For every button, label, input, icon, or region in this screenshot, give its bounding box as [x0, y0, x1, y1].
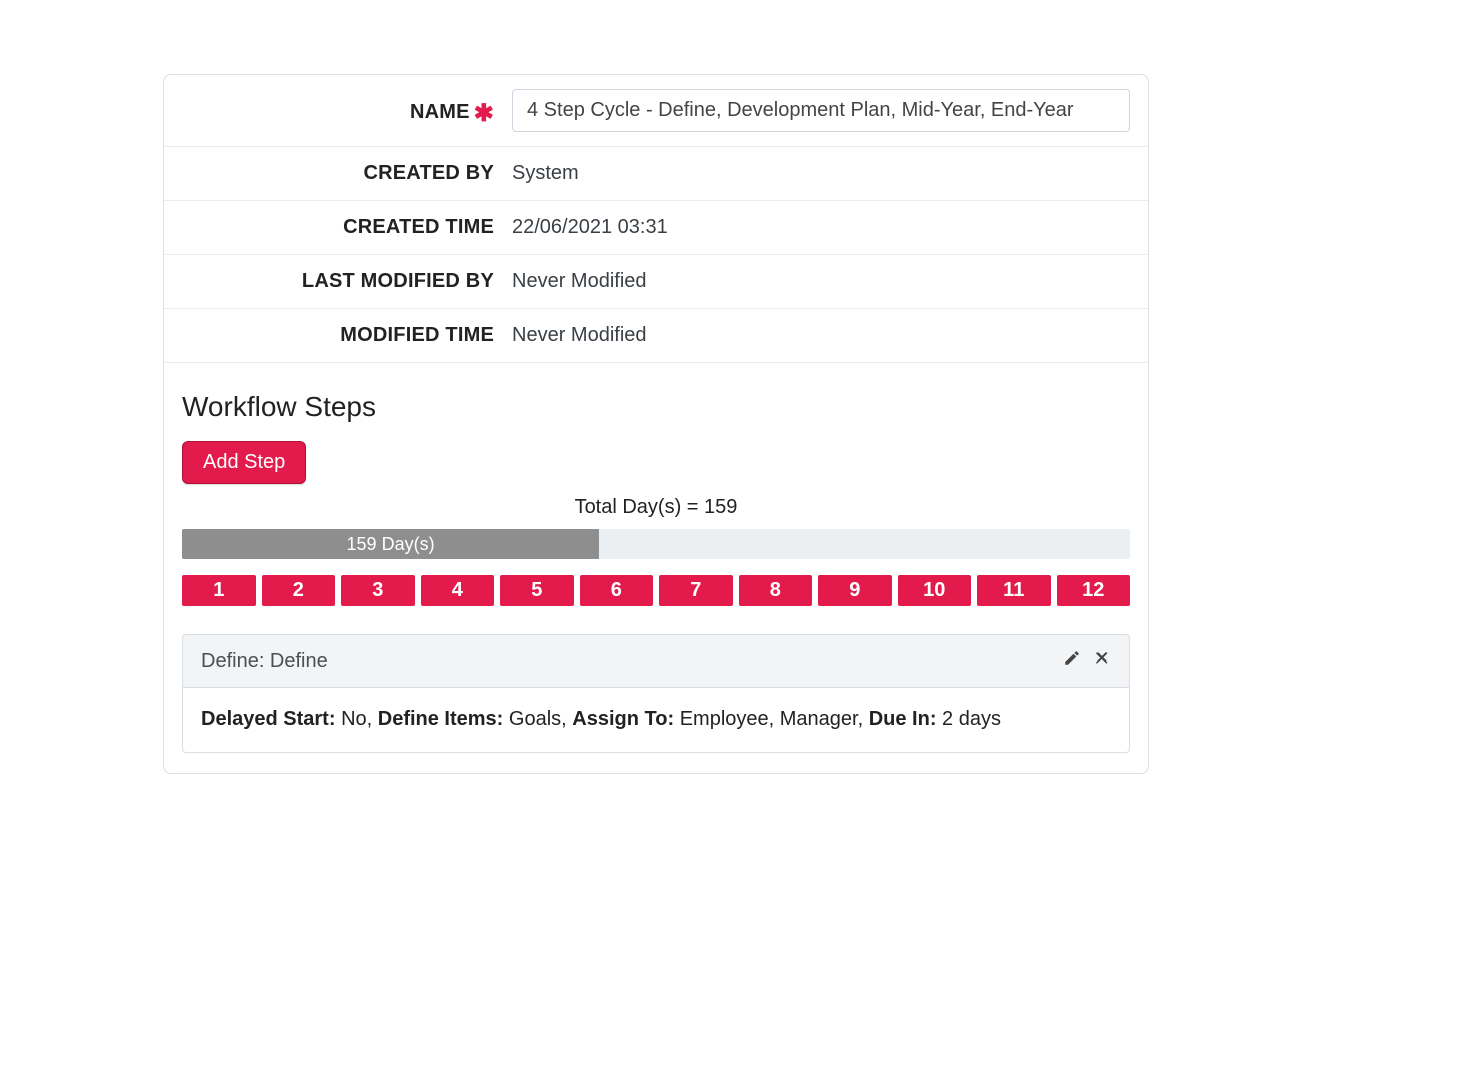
define-items-value: Goals, [509, 708, 567, 730]
close-icon [1093, 649, 1111, 673]
step-title: Define: Define [201, 650, 1063, 673]
month-cell-7[interactable]: 7 [659, 575, 733, 606]
month-row: 1 2 3 4 5 6 7 8 9 10 11 12 [182, 575, 1130, 606]
month-cell-6[interactable]: 6 [580, 575, 654, 606]
last-modified-by-label: LAST MODIFIED BY [182, 270, 512, 293]
required-star-icon: ✱ [474, 100, 494, 127]
month-cell-8[interactable]: 8 [739, 575, 813, 606]
field-row-last-modified-by: LAST MODIFIED BY Never Modified [164, 255, 1148, 309]
month-cell-11[interactable]: 11 [977, 575, 1051, 606]
due-in-label: Due In: [869, 708, 937, 730]
modified-time-label: MODIFIED TIME [182, 324, 512, 347]
workflow-steps-heading: Workflow Steps [182, 391, 1130, 423]
delayed-start-label: Delayed Start: [201, 708, 336, 730]
progress-label: 159 Day(s) [347, 534, 435, 555]
delayed-start-value: No, [341, 708, 372, 730]
created-by-label: CREATED BY [182, 162, 512, 185]
month-cell-12[interactable]: 12 [1057, 575, 1131, 606]
assign-to-label: Assign To: [572, 708, 674, 730]
delete-step-button[interactable] [1093, 649, 1111, 673]
step-actions [1063, 649, 1111, 673]
total-days-label: Total Day(s) = 159 [164, 484, 1148, 529]
field-row-created-time: CREATED TIME 22/06/2021 03:31 [164, 201, 1148, 255]
progress-fill: 159 Day(s) [182, 529, 599, 559]
month-cell-1[interactable]: 1 [182, 575, 256, 606]
last-modified-by-value: Never Modified [512, 270, 1130, 293]
field-row-name: NAME✱ [164, 75, 1148, 147]
name-label: NAME✱ [182, 96, 512, 125]
created-time-value: 22/06/2021 03:31 [512, 216, 1130, 239]
workflow-steps-section: Workflow Steps Add Step [164, 363, 1148, 484]
workflow-card: NAME✱ CREATED BY System CREATED TIME 22/… [163, 74, 1149, 774]
step-body: Delayed Start: No, Define Items: Goals, … [183, 688, 1129, 752]
month-cell-2[interactable]: 2 [262, 575, 336, 606]
month-cell-9[interactable]: 9 [818, 575, 892, 606]
created-time-label: CREATED TIME [182, 216, 512, 239]
modified-time-value: Never Modified [512, 324, 1130, 347]
define-items-label: Define Items: [378, 708, 504, 730]
field-row-created-by: CREATED BY System [164, 147, 1148, 201]
month-cell-3[interactable]: 3 [341, 575, 415, 606]
pencil-icon [1063, 649, 1081, 673]
due-in-value: 2 days [942, 708, 1001, 730]
name-input[interactable] [512, 89, 1130, 132]
step-header[interactable]: Define: Define [183, 635, 1129, 688]
add-step-button[interactable]: Add Step [182, 441, 306, 484]
created-by-value: System [512, 162, 1130, 185]
month-cell-4[interactable]: 4 [421, 575, 495, 606]
field-row-modified-time: MODIFIED TIME Never Modified [164, 309, 1148, 363]
month-cell-10[interactable]: 10 [898, 575, 972, 606]
step-card-define: Define: Define Delayed Start: No, Define… [182, 634, 1130, 753]
progress-track: 159 Day(s) [182, 529, 1130, 559]
month-cell-5[interactable]: 5 [500, 575, 574, 606]
edit-step-button[interactable] [1063, 649, 1081, 673]
assign-to-value: Employee, Manager, [680, 708, 863, 730]
